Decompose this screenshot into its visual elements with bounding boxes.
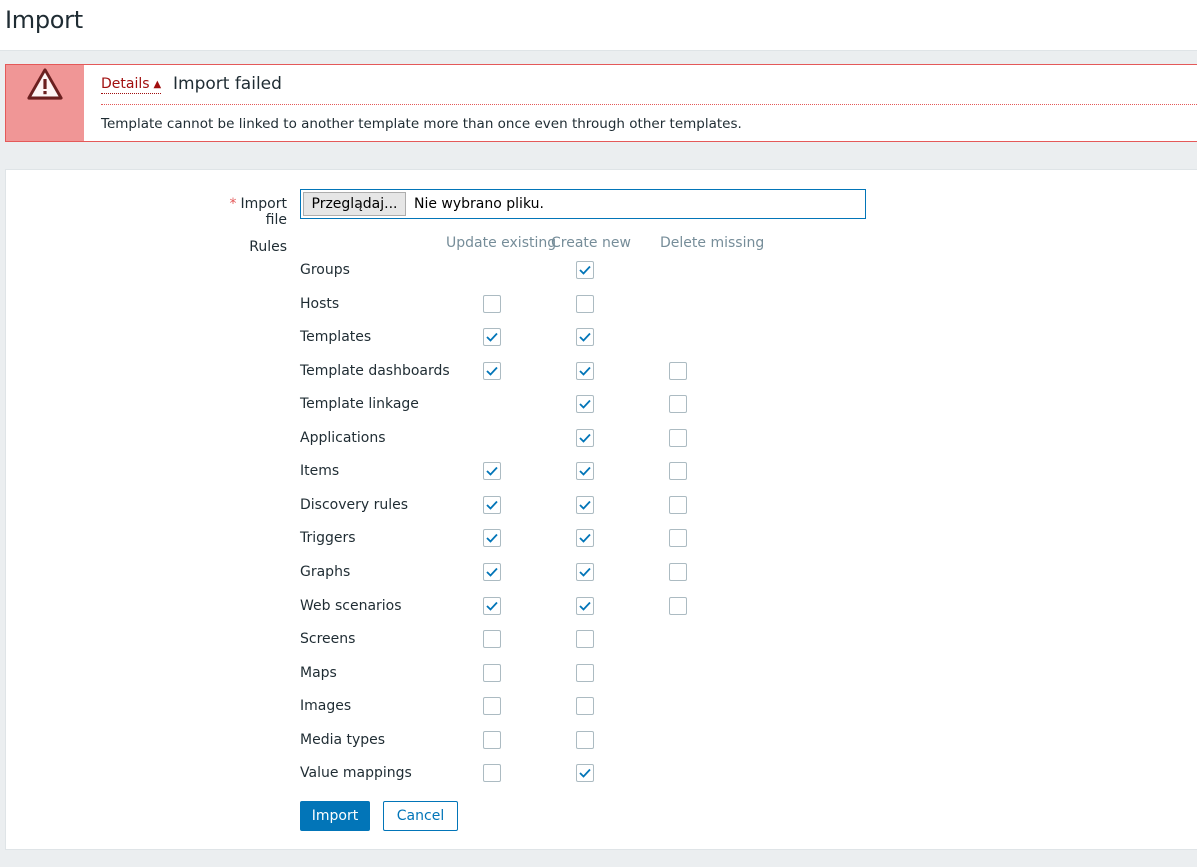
- column-update-existing: Update existing: [446, 235, 557, 251]
- rule-label: Template linkage: [300, 396, 419, 413]
- checkbox-delete[interactable]: [669, 495, 687, 514]
- rule-label: Media types: [300, 731, 386, 748]
- checkmark-icon: [579, 601, 591, 611]
- checkbox-create[interactable]: [576, 663, 594, 682]
- checkmark-icon: [486, 467, 498, 477]
- rule-label: Value mappings: [300, 765, 412, 782]
- import-file-label: * Import file: [229, 196, 287, 228]
- rule-label: Hosts: [300, 295, 340, 312]
- rule-label: Applications: [300, 429, 386, 446]
- checkbox-create[interactable]: [576, 630, 594, 649]
- checkbox-delete[interactable]: [669, 395, 687, 414]
- checkmark-icon: [579, 467, 591, 477]
- checkbox-create[interactable]: [576, 261, 594, 279]
- details-toggle[interactable]: Details ▲: [101, 76, 162, 94]
- details-label: Details: [101, 76, 150, 92]
- checkbox-create[interactable]: [576, 361, 594, 380]
- checkmark-icon: [579, 332, 591, 342]
- checkmark-icon: [486, 366, 498, 376]
- checkmark-icon: [579, 400, 591, 409]
- checkbox-update[interactable]: [483, 596, 501, 615]
- checkbox-delete[interactable]: [669, 428, 687, 447]
- page-header: Import: [0, 0, 1197, 51]
- checkbox-delete[interactable]: [669, 562, 687, 581]
- rule-label: Images: [300, 698, 352, 715]
- checkbox-create[interactable]: [576, 495, 594, 514]
- checkmark-icon: [579, 433, 591, 443]
- checkbox-update[interactable]: [483, 630, 501, 649]
- checkmark-icon: [579, 534, 591, 544]
- checkbox-update[interactable]: [483, 462, 501, 481]
- checkbox-delete[interactable]: [669, 529, 687, 548]
- import-file-input[interactable]: Przeglądaj... Nie wybrano pliku.: [300, 189, 866, 219]
- checkmark-icon: [579, 366, 591, 376]
- checkbox-update[interactable]: [483, 697, 501, 716]
- checkbox-create[interactable]: [576, 294, 594, 313]
- import-button[interactable]: Import: [300, 801, 370, 831]
- error-details-text: Template cannot be linked to another tem…: [101, 116, 742, 132]
- error-icon-area: [6, 65, 84, 141]
- checkbox-create[interactable]: [576, 529, 594, 548]
- error-message-box: Details ▲ Import failed Template cannot b…: [5, 64, 1197, 142]
- checkbox-create[interactable]: [576, 730, 594, 749]
- checkmark-icon: [486, 601, 498, 611]
- rule-label: Template dashboards: [300, 362, 450, 379]
- checkmark-icon: [579, 769, 591, 779]
- checkbox-delete[interactable]: [669, 462, 687, 481]
- rule-label: Items: [300, 463, 340, 480]
- cancel-button[interactable]: Cancel: [383, 801, 458, 831]
- checkbox-create[interactable]: [576, 596, 594, 615]
- rule-label: Discovery rules: [300, 496, 409, 513]
- rules-label: Rules: [249, 239, 287, 255]
- import-form: * Import file Przeglądaj... Nie wybrano p…: [5, 169, 1197, 850]
- rule-label: Templates: [300, 329, 372, 346]
- required-mark: *: [229, 196, 237, 212]
- checkmark-icon: [486, 332, 498, 342]
- checkbox-update[interactable]: [483, 562, 501, 581]
- checkmark-icon: [579, 265, 591, 275]
- browse-button[interactable]: Przeglądaj...: [303, 192, 406, 216]
- checkmark-icon: [486, 534, 498, 544]
- checkbox-create[interactable]: [576, 764, 594, 783]
- file-status: Nie wybrano pliku.: [414, 196, 544, 212]
- checkbox-create[interactable]: [576, 462, 594, 481]
- checkbox-update[interactable]: [483, 495, 501, 514]
- checkbox-delete[interactable]: [669, 361, 687, 380]
- checkbox-update[interactable]: [483, 764, 501, 783]
- checkbox-update[interactable]: [483, 328, 501, 347]
- checkbox-update[interactable]: [483, 730, 501, 749]
- checkmark-icon: [579, 500, 591, 510]
- checkbox-create[interactable]: [576, 428, 594, 447]
- checkmark-icon: [486, 567, 498, 577]
- checkmark-icon: [579, 567, 591, 577]
- rule-label: Graphs: [300, 563, 351, 580]
- checkbox-update[interactable]: [483, 361, 501, 380]
- rule-label: Web scenarios: [300, 597, 402, 614]
- rule-label: Maps: [300, 664, 337, 681]
- checkbox-update[interactable]: [483, 663, 501, 682]
- warning-icon: [27, 68, 63, 100]
- checkbox-create[interactable]: [576, 697, 594, 716]
- error-title: Import failed: [173, 74, 282, 94]
- checkbox-update[interactable]: [483, 529, 501, 548]
- message-divider: [101, 104, 1197, 105]
- checkbox-delete[interactable]: [669, 596, 687, 615]
- checkbox-update[interactable]: [483, 294, 501, 313]
- rule-label: Screens: [300, 631, 356, 648]
- column-create-new: Create new: [551, 235, 631, 251]
- column-delete-missing: Delete missing: [660, 235, 765, 251]
- checkbox-create[interactable]: [576, 562, 594, 581]
- checkbox-create[interactable]: [576, 328, 594, 347]
- rule-label: Triggers: [300, 530, 356, 547]
- checkbox-create[interactable]: [576, 395, 594, 414]
- rule-label: Groups: [300, 262, 350, 278]
- page-title: Import: [5, 6, 83, 34]
- checkmark-icon: [486, 500, 498, 510]
- triangle-up-icon: ▲: [153, 79, 162, 90]
